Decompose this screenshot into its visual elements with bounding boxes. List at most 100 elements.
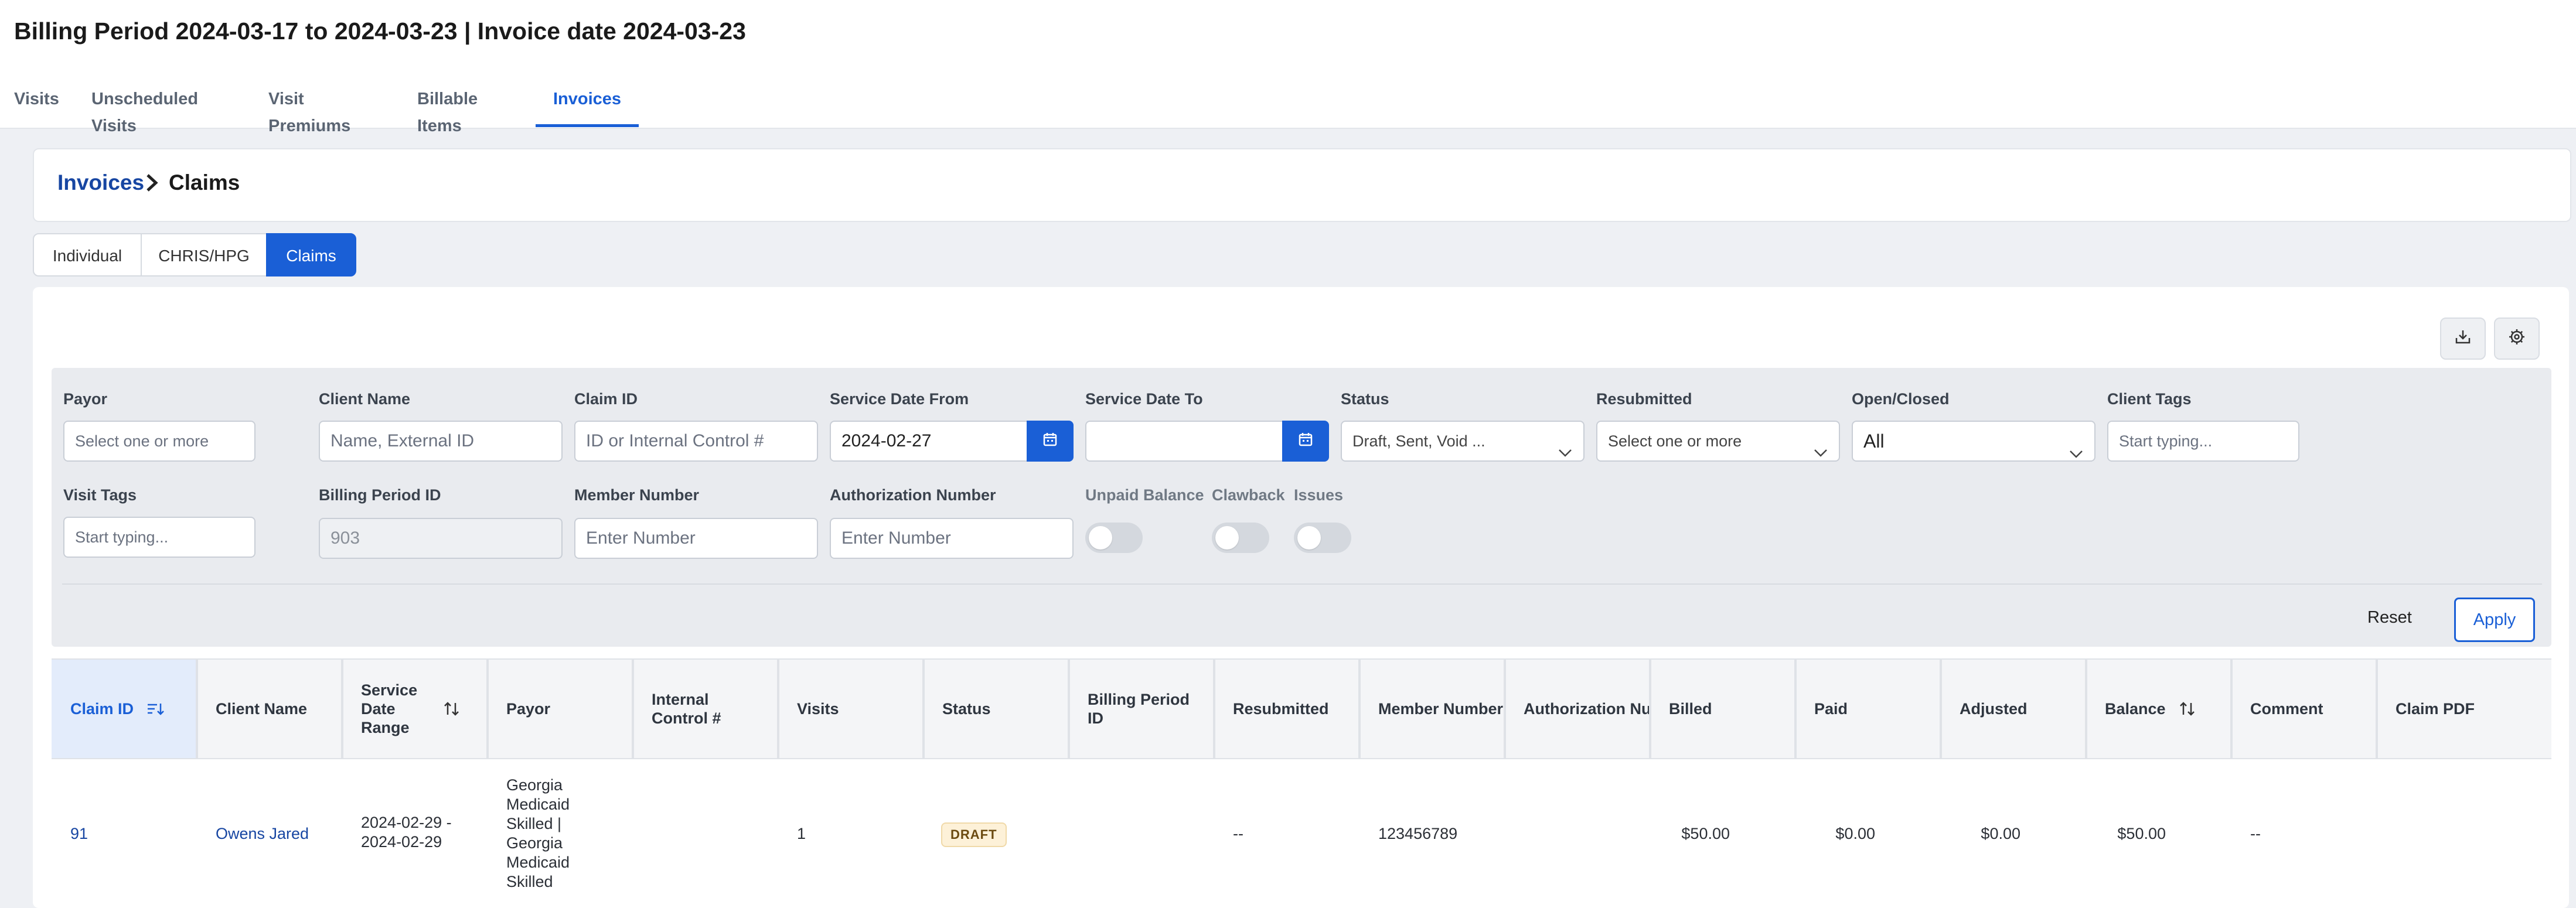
resubmitted-select-value: Select one or more [1608,432,1742,450]
adjusted-cell: $0.00 [1981,825,2020,842]
top-bar: Billing Period 2024-03-17 to 2024-03-23 … [0,0,2576,135]
sort-descending-icon[interactable] [146,701,164,716]
service-date-from-input[interactable] [830,421,1029,462]
apply-button[interactable]: Apply [2454,598,2535,642]
status-select[interactable]: Draft, Sent, Void ... [1341,421,1585,462]
column-label: Billed [1669,699,1712,718]
column-paid[interactable]: Paid [1795,660,1942,758]
column-resubmitted[interactable]: Resubmitted [1214,660,1361,758]
status-label: Status [1341,390,1389,408]
column-label: Payor [506,699,551,718]
column-billed[interactable]: Billed [1650,660,1797,758]
client-tags-input[interactable] [2107,421,2299,462]
sort-icon[interactable] [2179,701,2196,717]
sort-icon[interactable] [443,701,461,717]
open-closed-select[interactable]: All [1852,421,2095,462]
member-number-label: Member Number [574,486,700,504]
open-closed-label: Open/Closed [1852,390,1950,408]
toggle-knob [1215,526,1239,549]
chevron-down-icon [2069,435,2084,460]
download-button[interactable] [2440,318,2486,360]
client-name-input[interactable] [319,421,563,462]
column-service-date-range[interactable]: Service Date Range [342,660,489,758]
service-date-range-cell: 2024-02-29 - 2024-02-29 [361,814,452,851]
reset-button[interactable]: Reset [2367,608,2412,627]
column-member-number[interactable]: Member Number [1359,660,1506,758]
tab-visit-premiums[interactable]: Visit Premiums [268,86,350,135]
calendar-icon [1298,432,1313,451]
clawback-label: Clawback [1212,486,1285,504]
claim-id-label: Claim ID [574,390,638,408]
column-label: Balance [2105,699,2166,718]
download-icon [2454,328,2472,350]
breadcrumb-invoices-link[interactable]: Invoices [57,170,144,195]
column-authorization-number[interactable]: Authorization Nu [1505,660,1651,758]
unpaid-balance-toggle[interactable] [1085,523,1143,553]
payor-cell: Georgia Medicaid Skilled | Georgia Medic… [506,776,570,890]
segment-individual[interactable]: Individual [33,233,142,277]
member-number-input[interactable] [574,518,818,559]
payor-select[interactable] [63,421,255,462]
breadcrumb-current: Claims [169,170,240,194]
visit-tags-label: Visit Tags [63,486,137,504]
tab-billable-items[interactable]: Billable Items [417,86,478,135]
column-label: Authorization Nu [1524,699,1651,718]
claim-id-input[interactable] [574,421,818,462]
tab-invoices[interactable]: Invoices [536,86,639,127]
column-client-name[interactable]: Client Name [197,660,343,758]
chevron-down-icon [1813,435,1828,460]
breadcrumb: Invoices Claims [33,148,2571,222]
filter-panel [52,368,2551,647]
column-label: Comment [2250,699,2323,718]
calendar-icon [1042,432,1058,451]
visit-tags-input[interactable] [63,517,255,558]
member-number-cell: 123456789 [1378,825,1458,842]
settings-button[interactable] [2494,318,2540,360]
column-label: Claim ID [70,699,134,718]
open-closed-select-value: All [1863,431,1885,452]
authorization-number-input[interactable] [830,518,1074,559]
visits-cell: 1 [797,825,806,842]
column-comment[interactable]: Comment [2231,660,2378,758]
column-visits[interactable]: Visits [778,660,925,758]
client-name-label: Client Name [319,390,411,408]
service-date-from-calendar-button[interactable] [1027,421,1074,462]
client-tags-label: Client Tags [2107,390,2192,408]
column-claim-id[interactable]: Claim ID [52,660,198,758]
toggle-knob [1089,526,1112,549]
resubmitted-select[interactable]: Select one or more [1596,421,1840,462]
service-date-to-calendar-button[interactable] [1282,421,1329,462]
billed-cell: $50.00 [1681,825,1730,842]
tab-unscheduled-visits[interactable]: Unscheduled Visits [91,86,198,135]
chevron-right-icon [144,173,159,198]
column-billing-period-id[interactable]: Billing Period ID [1069,660,1215,758]
column-label: Visits [797,699,839,718]
tab-visits[interactable]: Visits [14,86,59,124]
segment-claims[interactable]: Claims [266,233,356,277]
column-claim-pdf[interactable]: Claim PDF [2377,660,2551,758]
column-label: Status [942,699,991,718]
table-header: Claim ID Client Name Service Date Range … [52,658,2551,759]
issues-label: Issues [1294,486,1344,504]
service-date-to-input[interactable] [1085,421,1284,462]
billing-period-id-label: Billing Period ID [319,486,441,504]
resubmitted-label: Resubmitted [1596,390,1692,408]
issues-toggle[interactable] [1294,523,1351,553]
column-status[interactable]: Status [924,660,1070,758]
segment-chris-hpg[interactable]: CHRIS/HPG [141,233,267,277]
column-label: Paid [1814,699,1848,718]
status-select-value: Draft, Sent, Void ... [1352,432,1485,450]
column-payor[interactable]: Payor [488,660,634,758]
balance-cell: $50.00 [2117,825,2166,842]
column-label: Claim PDF [2396,699,2475,718]
status-badge: DRAFT [941,822,1007,847]
column-balance[interactable]: Balance [2086,660,2233,758]
clawback-toggle[interactable] [1212,523,1269,553]
column-label: Service Date Range [361,681,418,736]
page-title: Billing Period 2024-03-17 to 2024-03-23 … [14,18,746,45]
client-name-link[interactable]: Owens Jared [216,825,309,843]
column-label: Member Number [1378,699,1504,718]
column-internal-control[interactable]: Internal Control # [633,660,779,758]
claim-id-link[interactable]: 91 [70,825,88,843]
column-adjusted[interactable]: Adjusted [1941,660,2087,758]
